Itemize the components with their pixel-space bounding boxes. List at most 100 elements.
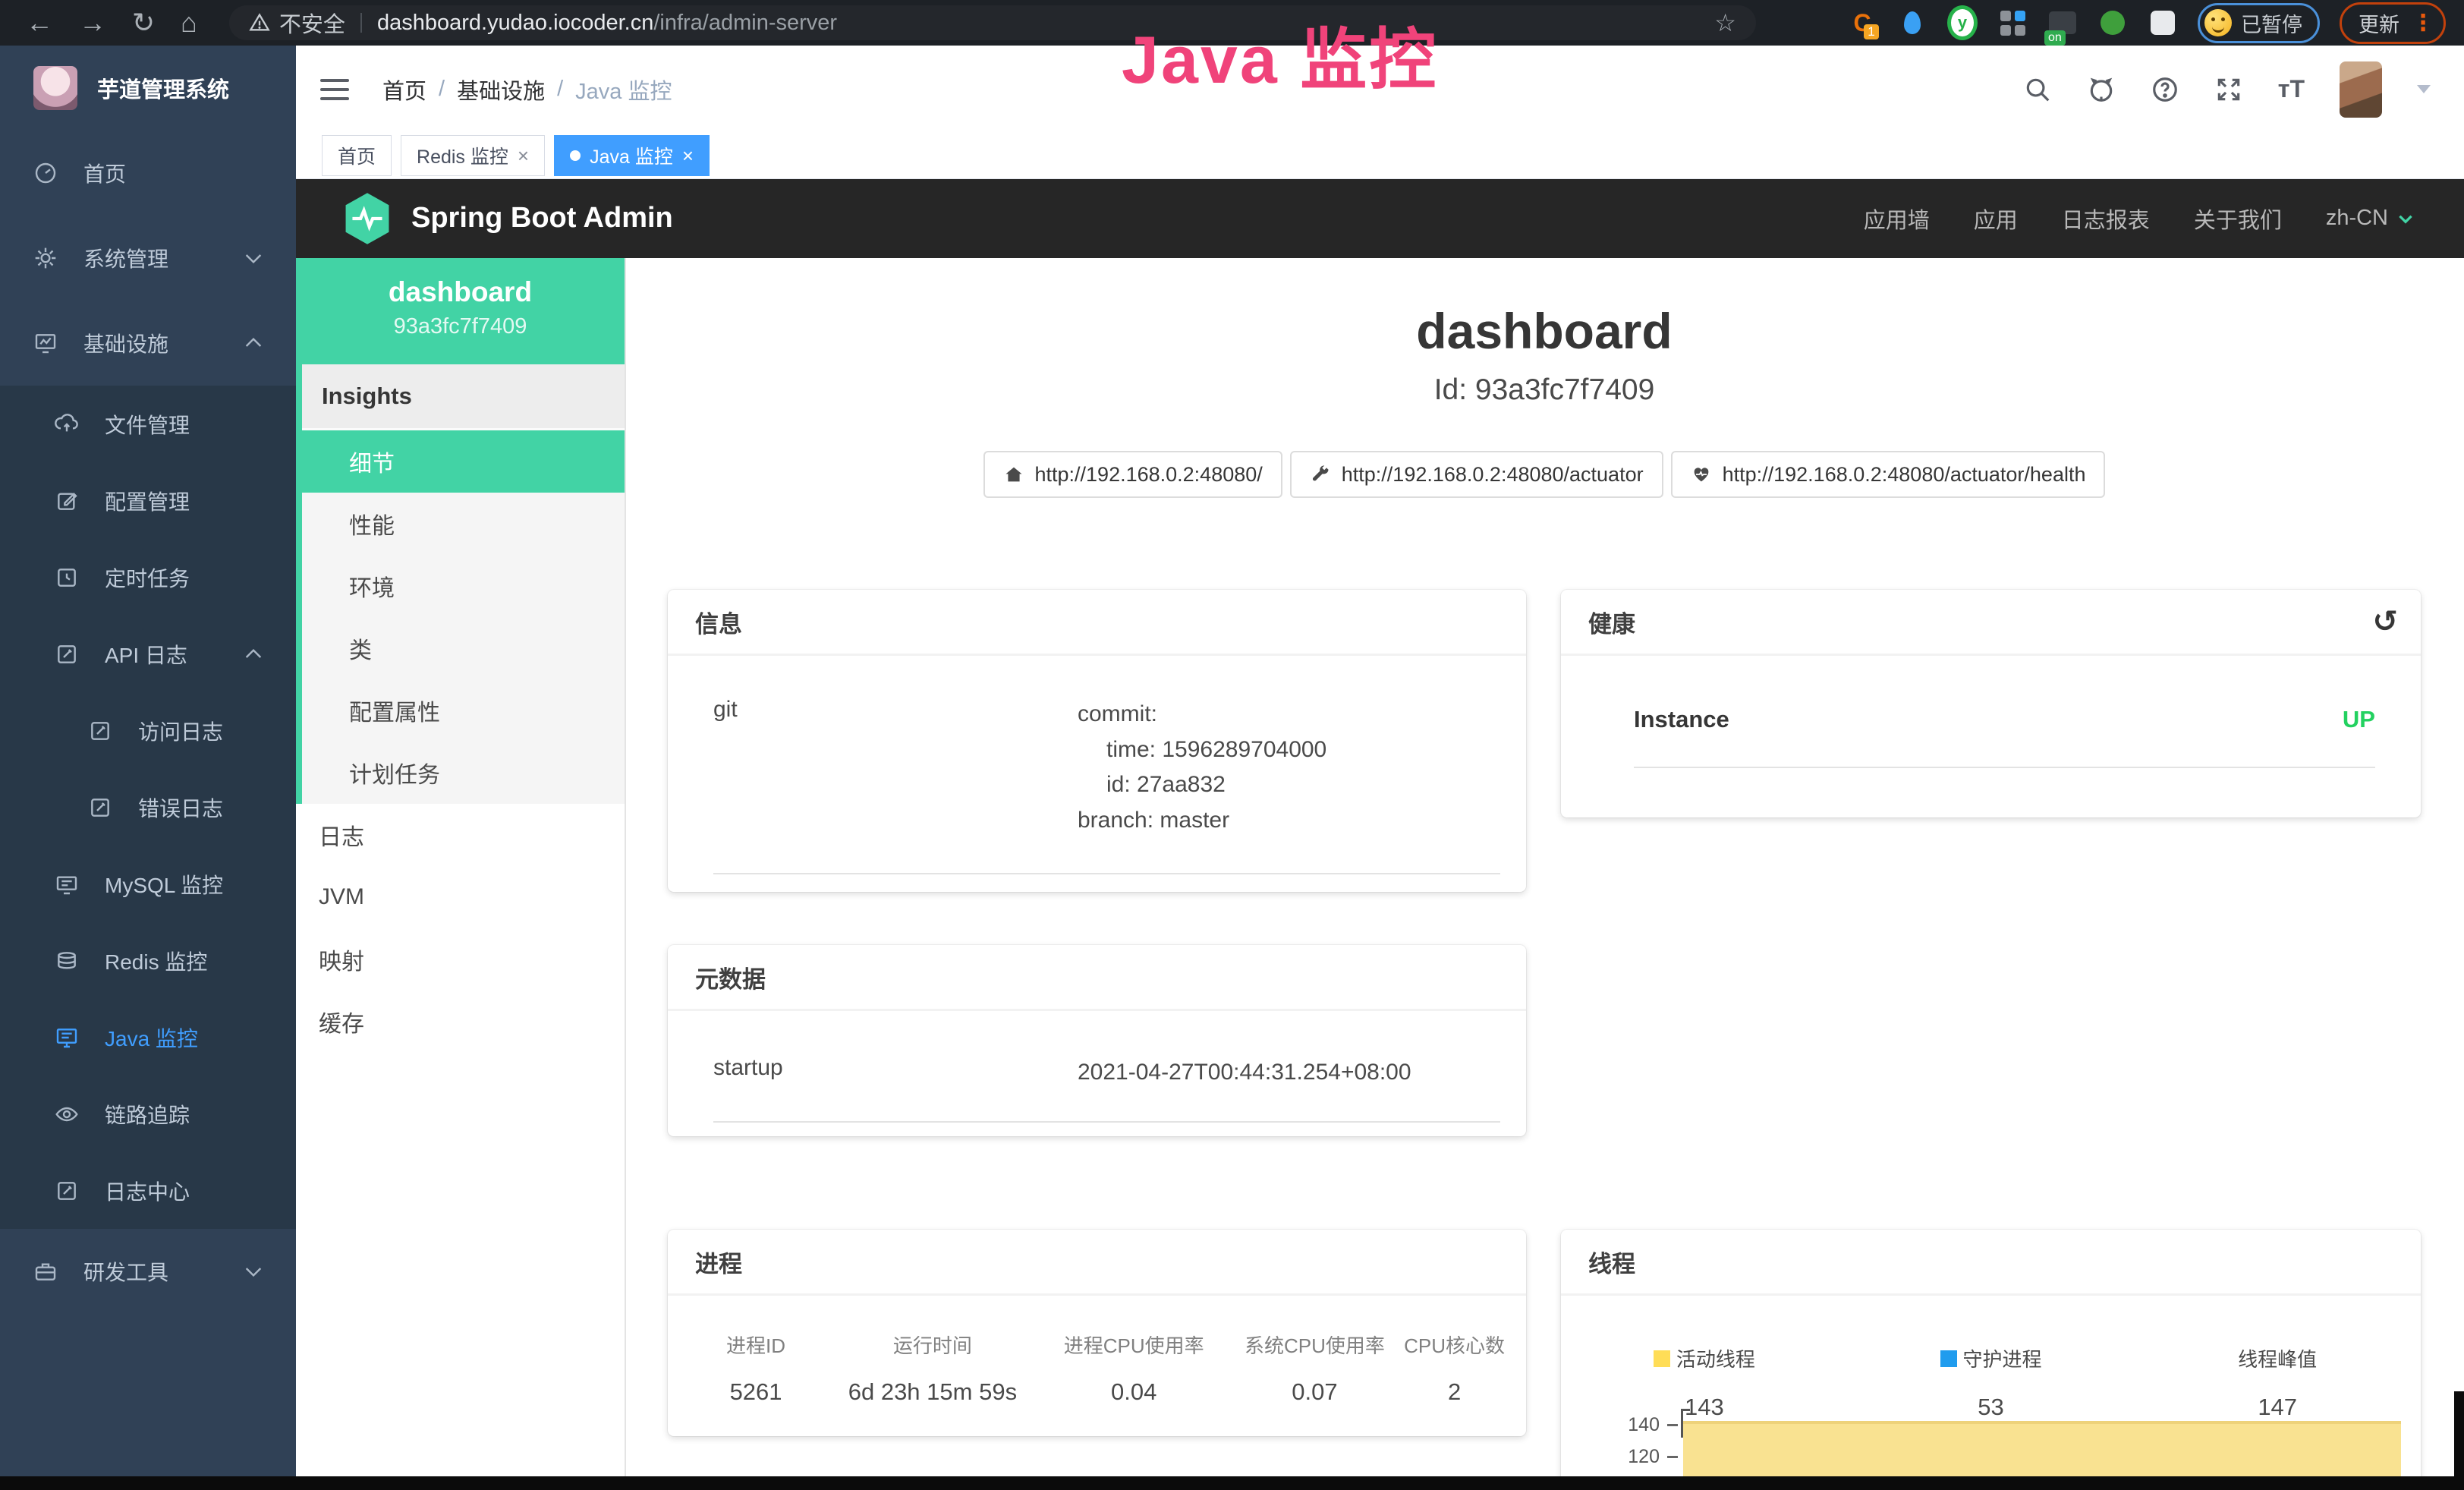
info-card: 信息 git commit: time: 1596289704000 id: 2… [668, 590, 1526, 892]
sba-language-select[interactable]: zh-CN [2326, 206, 2415, 231]
process-value-system-cpu: 0.07 [1229, 1378, 1401, 1406]
sba-menu-metrics[interactable]: 性能 [302, 493, 625, 555]
wrench-icon [1310, 464, 1331, 485]
sidebar-item-config-manage[interactable]: 配置管理 [0, 462, 296, 539]
update-button[interactable]: 更新 ⋮ [2340, 2, 2446, 44]
sba-menu-details[interactable]: 细节 [302, 430, 625, 493]
sba-menu-scheduled-tasks[interactable]: 计划任务 [302, 742, 625, 804]
sidebar-item-infra[interactable]: 基础设施 [0, 301, 296, 386]
forward-icon[interactable]: → [79, 0, 106, 46]
profile-paused-chip[interactable]: 已暂停 [2198, 3, 2320, 43]
sba-menu-config-props[interactable]: 配置属性 [302, 679, 625, 742]
sba-menu-environment[interactable]: 环境 [302, 555, 625, 617]
sba-nav-applications[interactable]: 应用 [1974, 203, 2018, 235]
browser-menu-icon[interactable]: ⋮ [2412, 10, 2434, 36]
process-value-pid: 5261 [686, 1378, 826, 1406]
github-icon[interactable] [2087, 75, 2116, 104]
sidebar-item-api-log[interactable]: API 日志 [0, 616, 296, 692]
health-card-title: 健康 [1588, 605, 1635, 639]
breadcrumb-infra[interactable]: 基础设施 [457, 74, 545, 106]
infra-icon [33, 331, 58, 355]
access-log-icon [88, 719, 112, 743]
sba-nav-about[interactable]: 关于我们 [2194, 203, 2282, 235]
extension-grid-icon[interactable] [1997, 8, 2028, 38]
sba-menu-logs[interactable]: 日志 [296, 804, 625, 866]
info-card-title: 信息 [668, 590, 1526, 656]
sidebar-item-trace[interactable]: 链路追踪 [0, 1076, 296, 1152]
sidebar-item-dev-tools[interactable]: 研发工具 [0, 1229, 296, 1314]
sba-menu-caches[interactable]: 缓存 [296, 991, 625, 1053]
help-icon[interactable] [2151, 75, 2179, 104]
back-icon[interactable]: ← [26, 0, 53, 46]
metadata-card: 元数据 startup 2021-04-27T00:44:31.254+08:0… [668, 945, 1526, 1136]
extension-on-switch-icon[interactable]: on [2047, 8, 2078, 38]
sidebar-item-file-manage[interactable]: 文件管理 [0, 386, 296, 462]
extension-colorzilla-icon[interactable]: C1 [1847, 8, 1877, 38]
hamburger-icon[interactable] [320, 79, 349, 100]
process-header-process-cpu: 进程CPU使用率 [1040, 1331, 1229, 1359]
bookmark-star-icon[interactable]: ☆ [1714, 8, 1736, 37]
extension-toolbar: C1 y on 已暂停 更新 ⋮ [1847, 2, 2446, 44]
heartbeat-icon [1691, 464, 1712, 485]
user-avatar[interactable] [2340, 61, 2382, 118]
extension-pin-icon[interactable] [1897, 8, 1927, 38]
sba-menu-classes[interactable]: 类 [302, 617, 625, 679]
close-icon[interactable]: × [518, 144, 529, 168]
sidebar-item-redis-monitor[interactable]: Redis 监控 [0, 922, 296, 999]
sba-nav-journal[interactable]: 日志报表 [2062, 203, 2150, 235]
sidebar-item-access-log[interactable]: 访问日志 [0, 692, 296, 769]
fullscreen-icon[interactable] [2214, 75, 2243, 104]
close-icon[interactable]: × [682, 144, 694, 168]
instance-header[interactable]: dashboard 93a3fc7f7409 [296, 258, 625, 364]
breadcrumb-home[interactable]: 首页 [382, 74, 426, 106]
sidebar-item-system[interactable]: 系统管理 [0, 216, 296, 301]
sba-instance-sidebar: dashboard 93a3fc7f7409 Insights 细节 性能 环境… [296, 258, 626, 1490]
extension-y-icon[interactable]: y [1947, 8, 1978, 38]
tab-redis-monitor[interactable]: Redis 监控 × [401, 135, 545, 176]
instance-id-line: Id: 93a3fc7f7409 [625, 373, 2464, 407]
sidebar-item-java-monitor[interactable]: Java 监控 [0, 999, 296, 1076]
sidebar-item-error-log[interactable]: 错误日志 [0, 769, 296, 846]
gear-icon [33, 246, 58, 270]
process-header-system-cpu: 系统CPU使用率 [1229, 1331, 1401, 1359]
app-logo-row[interactable]: 芋道管理系统 [0, 46, 296, 131]
log-center-icon [55, 1179, 79, 1203]
sba-menu-mappings[interactable]: 映射 [296, 928, 625, 991]
actuator-url-button[interactable]: http://192.168.0.2:48080/actuator [1290, 451, 1663, 498]
sidebar-item-log-center[interactable]: 日志中心 [0, 1152, 296, 1229]
health-url-button[interactable]: http://192.168.0.2:48080/actuator/health [1671, 451, 2106, 498]
process-value-uptime: 6d 23h 15m 59s [826, 1378, 1040, 1406]
sidebar-item-scheduled-jobs[interactable]: 定时任务 [0, 539, 296, 616]
tab-java-monitor[interactable]: Java 监控 × [554, 135, 710, 176]
reload-icon[interactable]: ↻ [132, 0, 155, 46]
sba-nav-wallboard[interactable]: 应用墙 [1864, 203, 1930, 235]
extension-puzzle-icon[interactable] [2148, 8, 2178, 38]
search-icon[interactable] [2023, 75, 2052, 104]
dashboard-icon [33, 161, 58, 185]
sidebar-item-home[interactable]: 首页 [0, 131, 296, 216]
sidebar-submenu-infra: 文件管理 配置管理 定时任务 API 日志 访问日志 错误日志 MySQL 监控 [0, 386, 296, 1229]
extension-green-icon[interactable] [2097, 8, 2128, 38]
tab-home[interactable]: 首页 [322, 135, 392, 176]
sba-navbar: Spring Boot Admin 应用墙 应用 日志报表 关于我们 zh-CN [296, 178, 2464, 258]
sidebar-item-mysql-monitor[interactable]: MySQL 监控 [0, 846, 296, 922]
history-icon[interactable]: ↺ [2372, 605, 2398, 638]
browser-home-icon[interactable]: ⌂ [181, 0, 197, 46]
avatar-caret-icon[interactable] [2417, 85, 2431, 93]
update-label: 更新 [2359, 8, 2399, 38]
metadata-startup-row: startup 2021-04-27T00:44:31.254+08:00 [713, 1055, 1500, 1123]
process-value-process-cpu: 0.04 [1040, 1378, 1229, 1406]
sba-menu-jvm[interactable]: JVM [296, 866, 625, 928]
insights-section-title[interactable]: Insights [302, 364, 625, 430]
java-monitor-icon [55, 1025, 79, 1050]
service-url-button[interactable]: http://192.168.0.2:48080/ [983, 451, 1282, 498]
threads-card: 线程 活动线程 143 守护进程 53 线程峰值 147 140 120 100 [1561, 1230, 2421, 1490]
font-size-icon[interactable]: тT [2278, 75, 2305, 103]
chevron-down-icon [2396, 209, 2415, 228]
warning-icon [249, 12, 270, 33]
legend-live-swatch [1654, 1350, 1670, 1367]
instance-name: dashboard [296, 276, 625, 308]
sba-brand[interactable]: Spring Boot Admin [343, 191, 673, 246]
address-bar[interactable]: 不安全 dashboard.yudao.iocoder.cn/infra/adm… [229, 5, 1756, 40]
api-log-icon [55, 642, 79, 666]
